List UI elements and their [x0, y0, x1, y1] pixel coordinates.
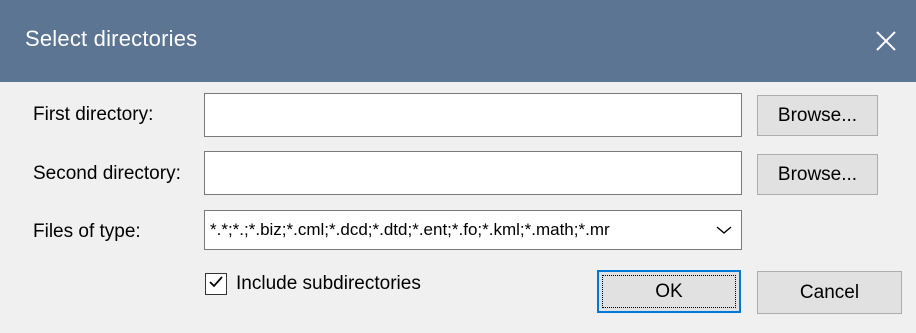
- second-directory-input[interactable]: [204, 151, 742, 195]
- focus-ring: [602, 275, 736, 308]
- close-icon: [875, 30, 897, 52]
- first-directory-input[interactable]: [204, 93, 742, 137]
- first-directory-label: First directory:: [33, 104, 154, 125]
- title-bar: Select directories: [0, 0, 916, 82]
- files-of-type-select[interactable]: *.*;*.;*.biz;*.cml;*.dcd;*.dtd;*.ent;*.f…: [204, 210, 742, 250]
- close-button[interactable]: [856, 0, 916, 82]
- first-directory-browse-button[interactable]: Browse...: [757, 95, 878, 136]
- checkmark-icon: [208, 275, 224, 294]
- second-directory-label: Second directory:: [33, 163, 181, 184]
- files-of-type-label: Files of type:: [33, 221, 141, 242]
- second-directory-browse-button[interactable]: Browse...: [757, 154, 878, 195]
- include-subdirectories-checkbox[interactable]: [205, 273, 227, 295]
- dialog-title: Select directories: [25, 26, 198, 51]
- chevron-down-icon: [713, 220, 735, 240]
- ok-button[interactable]: OK: [597, 270, 741, 313]
- include-subdirectories-label[interactable]: Include subdirectories: [236, 273, 421, 295]
- files-of-type-value: *.*;*.;*.biz;*.cml;*.dcd;*.dtd;*.ent;*.f…: [210, 220, 610, 239]
- select-directories-dialog: Select directories First directory: Brow…: [0, 0, 916, 333]
- cancel-button[interactable]: Cancel: [757, 271, 902, 314]
